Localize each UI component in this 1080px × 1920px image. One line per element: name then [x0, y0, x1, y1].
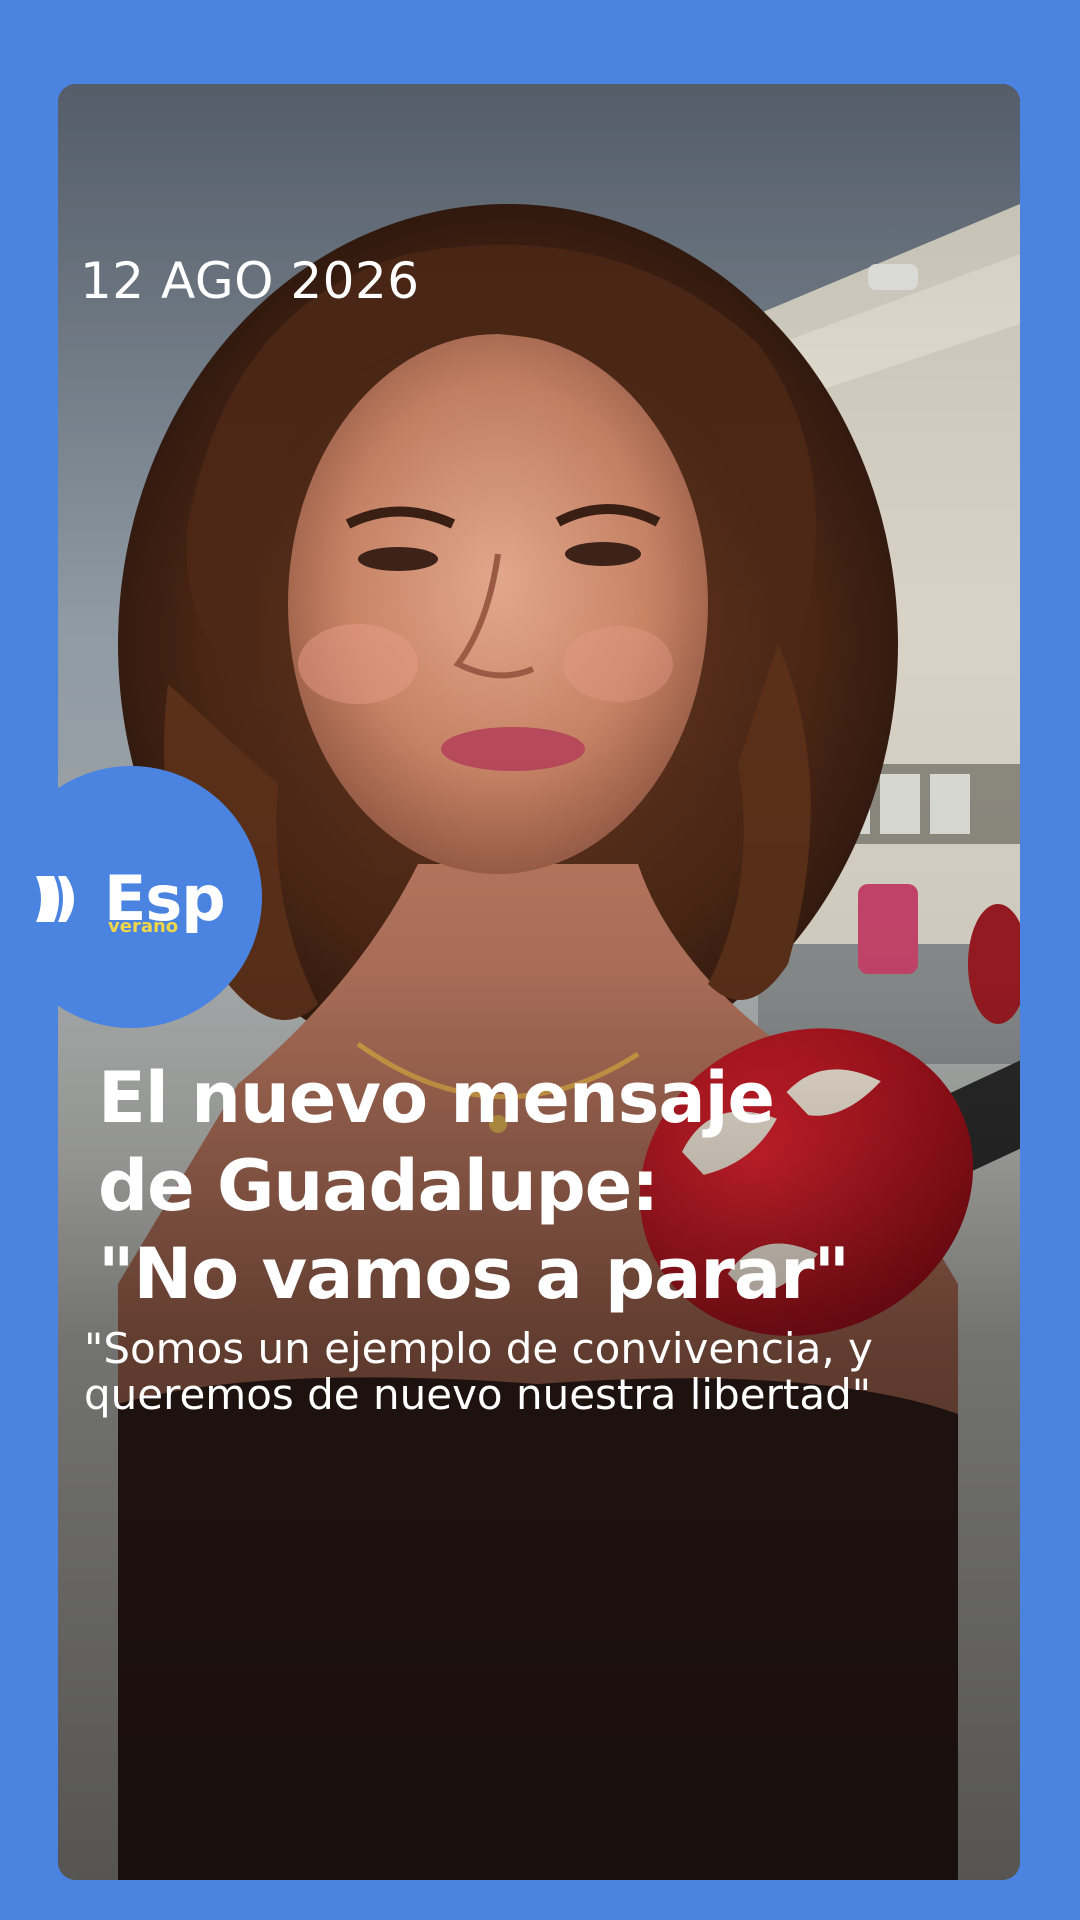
quote-line: "Somos un ejemplo de convivencia, y — [84, 1324, 873, 1373]
fast-forward-icon — [36, 876, 74, 922]
story-quote: "Somos un ejemplo de convivencia, y quer… — [84, 1326, 1014, 1418]
headline-line: de Guadalupe: — [98, 1145, 659, 1227]
brand-subtitle: verano — [108, 916, 179, 937]
quote-line: queremos de nuevo nuestra libertad" — [84, 1370, 872, 1419]
headline-line: "No vamos a parar" — [98, 1233, 850, 1315]
story-headline[interactable]: El nuevo mensaje de Guadalupe: "No vamos… — [98, 1054, 858, 1318]
headline-line: El nuevo mensaje — [98, 1057, 775, 1139]
brand-logo[interactable]: Esp verano — [0, 766, 262, 1028]
story-date: 12 AGO 2026 — [80, 252, 420, 310]
story-page: 12 AGO 2026 El nuevo mensaje de Guadalup… — [0, 0, 1080, 1920]
